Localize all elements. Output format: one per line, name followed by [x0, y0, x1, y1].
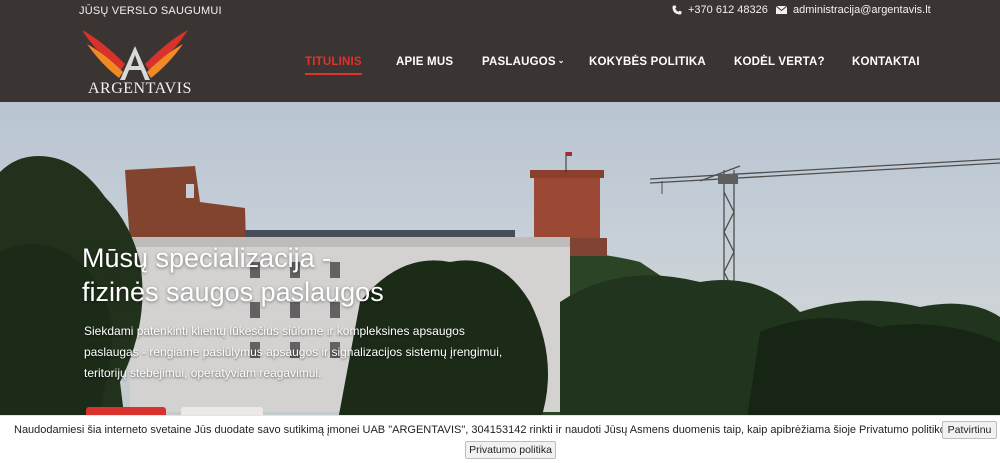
logo-wordmark[interactable]: ARGENTAVIS — [88, 80, 192, 98]
email-contact[interactable]: administracija@argentavis.lt — [776, 4, 931, 16]
nav-item-kokybes-politika[interactable]: KOKYBĖS POLITIKA — [589, 56, 706, 68]
privacy-policy-button[interactable]: Privatumo politika — [465, 441, 556, 459]
nav-item-paslaugos[interactable]: PASLAUGOS ⌄ — [482, 56, 565, 68]
nav-item-kontaktai[interactable]: KONTAKTAI — [852, 56, 920, 68]
envelope-icon — [776, 6, 787, 14]
hero-title-line1: Mūsų specializacija - — [82, 243, 332, 273]
hero-description: Siekdami patenkinti klientų lūkesčius si… — [84, 324, 503, 380]
email-address: administracija@argentavis.lt — [793, 4, 931, 16]
hero-title: Mūsų specializacija - fizinės saugos pas… — [82, 241, 384, 309]
nav-item-titulinis[interactable]: TITULINIS — [305, 56, 362, 75]
nav-item-apie-mus[interactable]: APIE MUS — [396, 56, 453, 68]
cookie-consent-text: Naudodamiesi šia interneto svetaine Jūs … — [14, 424, 958, 436]
cookie-consent-bar: Naudodamiesi šia interneto svetaine Jūs … — [0, 415, 1000, 463]
chevron-down-icon: ⌄ — [557, 56, 565, 65]
tagline: JŪSŲ VERSLO SAUGUMUI — [79, 5, 222, 17]
phone-icon — [672, 5, 682, 15]
hero-section: Mūsų specializacija - fizinės saugos pas… — [0, 102, 1000, 463]
main-nav: TITULINIS APIE MUS PASLAUGOS ⌄ KOKYBĖS PO… — [0, 56, 1000, 75]
nav-item-kodel-verta[interactable]: KODĖL VERTA? — [734, 56, 825, 68]
site-header: JŪSŲ VERSLO SAUGUMUI +370 612 48326 admi… — [0, 0, 1000, 102]
phone-number: +370 612 48326 — [688, 4, 768, 16]
hero-title-line2: fizinės saugos paslaugos — [82, 277, 384, 307]
phone-contact[interactable]: +370 612 48326 — [672, 4, 768, 16]
cookie-confirm-button[interactable]: Patvirtinu — [942, 421, 997, 439]
